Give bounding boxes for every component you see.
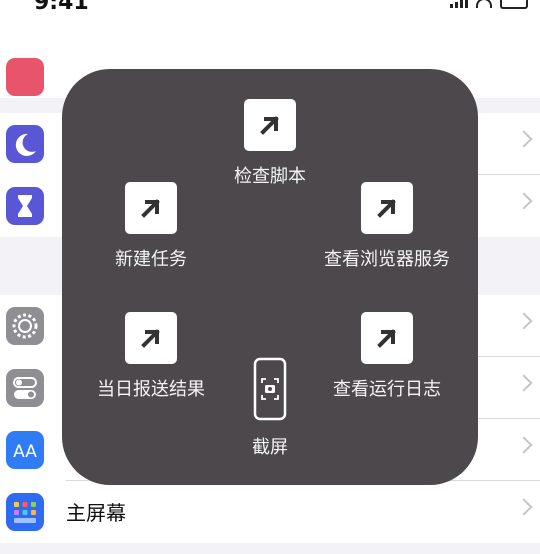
home-screen-grid-icon [6, 493, 44, 531]
arrow-up-right-icon [244, 99, 296, 151]
toggles-icon [6, 369, 44, 407]
cellular-signal-icon [450, 0, 468, 8]
text-size-icon: AA [6, 431, 44, 469]
menu-item-daily-report[interactable]: 当日报送结果 [76, 312, 226, 401]
chevron-right-icon [515, 436, 533, 454]
menu-item-label: 截屏 [252, 437, 288, 458]
status-bar: 9:41 [0, 0, 540, 20]
menu-item-new-task[interactable]: 新建任务 [86, 182, 216, 271]
menu-item-browser-service[interactable]: 查看浏览器服务 [300, 182, 474, 271]
wifi-icon [476, 0, 492, 8]
svg-text:AA: AA [13, 442, 37, 462]
menu-item-screenshot[interactable]: 截屏 [230, 357, 310, 459]
chevron-right-icon [515, 192, 533, 210]
menu-item-label: 检查脚本 [234, 166, 306, 187]
arrow-up-right-icon [361, 182, 413, 234]
menu-item-check-script[interactable]: 检查脚本 [214, 99, 326, 188]
menu-item-view-logs[interactable]: 查看运行日志 [312, 312, 462, 401]
notification-app-icon [6, 58, 44, 96]
chevron-right-icon [515, 312, 533, 330]
chevron-right-icon [515, 374, 533, 392]
status-time: 9:41 [34, 0, 89, 15]
arrow-up-right-icon [125, 312, 177, 364]
menu-item-label: 新建任务 [115, 249, 187, 270]
arrow-up-right-icon [361, 312, 413, 364]
menu-item-label: 当日报送结果 [97, 379, 205, 400]
phone-screenshot-icon [253, 357, 287, 421]
moon-icon [6, 125, 44, 163]
battery-icon [500, 0, 528, 9]
chevron-right-icon [515, 498, 533, 516]
assistive-touch-menu: 检查脚本 新建任务 查看浏览器服务 当日报送结果 查看运行日志 截屏 [62, 69, 478, 485]
arrow-up-right-icon [125, 182, 177, 234]
status-icons [450, 0, 528, 9]
gear-icon [6, 307, 44, 345]
menu-item-label: 查看浏览器服务 [324, 249, 450, 270]
settings-row-label: 主屏幕 [66, 501, 126, 525]
chevron-right-icon [515, 130, 533, 148]
menu-item-label: 查看运行日志 [333, 379, 441, 400]
settings-row-home-screen[interactable]: 主屏幕 [0, 481, 540, 543]
hourglass-icon [6, 187, 44, 225]
